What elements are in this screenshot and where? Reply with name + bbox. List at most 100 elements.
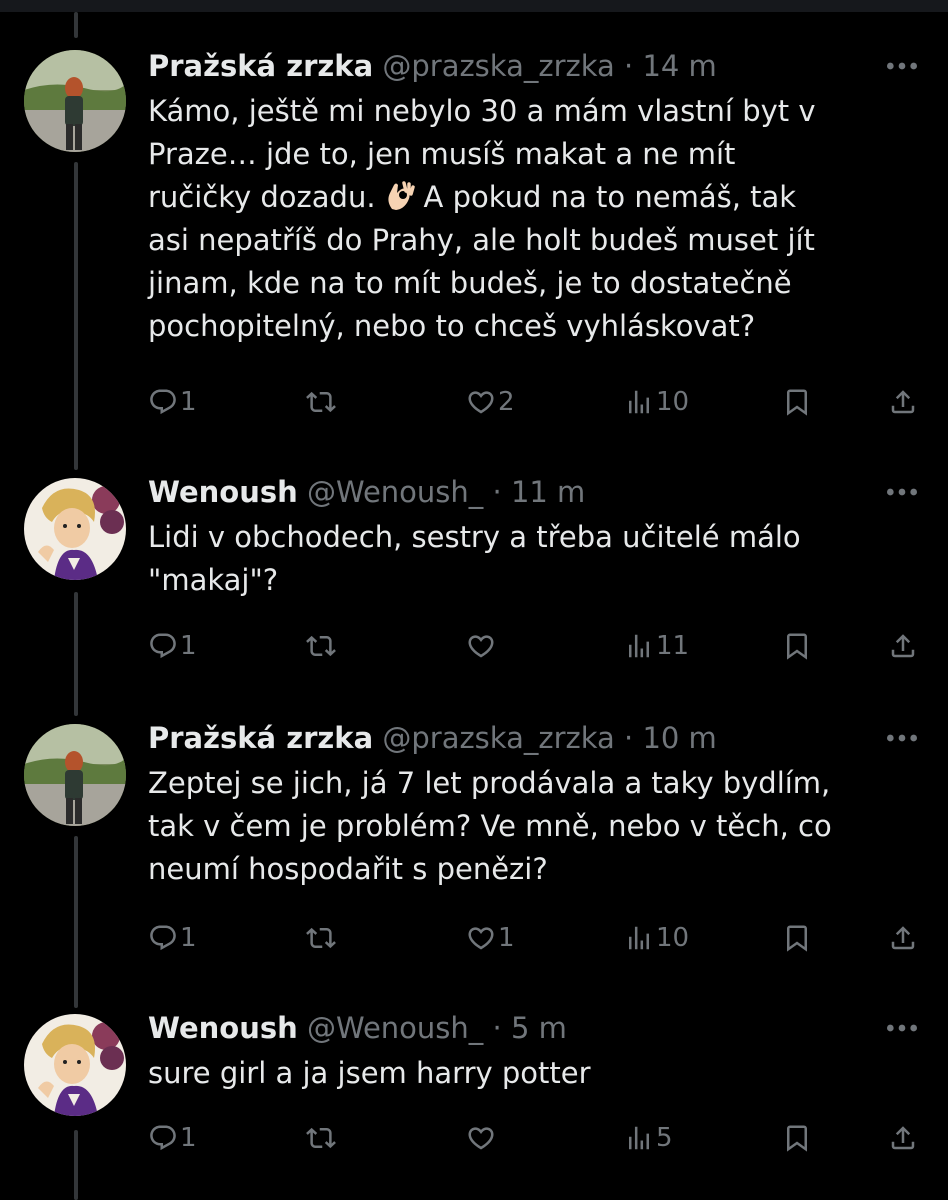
timestamp[interactable]: 10 m bbox=[642, 721, 716, 755]
tweet-actions: 1 11 bbox=[148, 626, 928, 666]
avatar[interactable] bbox=[24, 724, 126, 826]
text-line: ručičky dozadu. A pokud na to nemáš, tak bbox=[148, 176, 928, 219]
share-icon bbox=[888, 387, 918, 417]
bookmark-icon bbox=[782, 387, 812, 417]
avatar[interactable] bbox=[24, 50, 126, 152]
display-name[interactable]: Wenoush bbox=[148, 1011, 298, 1045]
text-line: asi nepatříš do Prahy, ale holt budeš mu… bbox=[148, 223, 815, 257]
bookmark-button[interactable] bbox=[782, 626, 812, 666]
like-count: 2 bbox=[498, 387, 515, 417]
more-icon[interactable] bbox=[882, 470, 922, 514]
text-segment: ručičky dozadu. bbox=[148, 180, 376, 214]
tweet-content: Wenoush @Wenoush_ · 5 m sure girl a ja j… bbox=[148, 1006, 928, 1153]
views-button[interactable]: 10 bbox=[624, 918, 689, 958]
text-line: jinam, kde na to mít budeš, je to dostat… bbox=[148, 266, 792, 300]
tweet-content: Wenoush @Wenoush_ · 11 m Lidi v obchodec… bbox=[148, 470, 928, 661]
more-icon[interactable] bbox=[882, 1006, 922, 1050]
display-name[interactable]: Pražská zrzka bbox=[148, 49, 373, 83]
share-button[interactable] bbox=[888, 918, 918, 958]
views-count: 10 bbox=[656, 923, 690, 953]
display-name[interactable]: Wenoush bbox=[148, 475, 298, 509]
more-icon[interactable] bbox=[882, 44, 922, 88]
separator-dot: · bbox=[624, 49, 634, 83]
reply-button[interactable]: 1 bbox=[148, 382, 197, 422]
thread-line bbox=[74, 1130, 78, 1200]
bookmark-button[interactable] bbox=[782, 918, 812, 958]
retweet-button[interactable] bbox=[306, 382, 336, 422]
reply-icon bbox=[148, 1123, 178, 1153]
retweet-icon bbox=[306, 1123, 336, 1153]
views-button[interactable]: 11 bbox=[624, 626, 689, 666]
like-button[interactable] bbox=[466, 626, 496, 666]
avatar[interactable] bbox=[24, 1014, 126, 1116]
avatar[interactable] bbox=[24, 478, 126, 580]
retweet-button[interactable] bbox=[306, 626, 336, 666]
reply-count: 1 bbox=[180, 631, 197, 661]
views-count: 11 bbox=[656, 631, 690, 661]
reply-icon bbox=[148, 923, 178, 953]
ok-hand-emoji bbox=[382, 177, 418, 213]
user-handle[interactable]: @prazska_zrzka bbox=[382, 721, 614, 755]
views-icon bbox=[624, 1123, 654, 1153]
share-button[interactable] bbox=[888, 1118, 918, 1158]
user-handle[interactable]: @prazska_zrzka bbox=[382, 49, 614, 83]
top-strip bbox=[0, 0, 948, 12]
retweet-button[interactable] bbox=[306, 918, 336, 958]
timestamp[interactable]: 11 m bbox=[511, 475, 585, 509]
thread-line bbox=[74, 12, 78, 38]
tweet-actions: 1 1 10 bbox=[148, 918, 928, 958]
thread-line bbox=[74, 162, 78, 470]
timestamp[interactable]: 5 m bbox=[511, 1011, 567, 1045]
retweet-button[interactable] bbox=[306, 1118, 336, 1158]
thread-line bbox=[74, 592, 78, 716]
text-line: tak v čem je problém? Ve mně, nebo v těc… bbox=[148, 809, 832, 843]
reply-button[interactable]: 1 bbox=[148, 626, 197, 666]
reply-button[interactable]: 1 bbox=[148, 1118, 197, 1158]
tweet-actions: 1 2 10 bbox=[148, 382, 928, 422]
views-icon bbox=[624, 923, 654, 953]
separator-dot: · bbox=[492, 475, 502, 509]
tweet-content: Pražská zrzka @prazska_zrzka · 10 m Zept… bbox=[148, 716, 928, 953]
text-line: neumí hospodařit s penězi? bbox=[148, 852, 548, 886]
share-button[interactable] bbox=[888, 626, 918, 666]
text-line: "makaj"? bbox=[148, 563, 279, 597]
tweet-actions: 1 5 bbox=[148, 1118, 928, 1158]
bookmark-button[interactable] bbox=[782, 382, 812, 422]
user-handle[interactable]: @Wenoush_ bbox=[307, 475, 483, 509]
thread-line bbox=[74, 836, 78, 1008]
timestamp[interactable]: 14 m bbox=[642, 49, 716, 83]
share-button[interactable] bbox=[888, 382, 918, 422]
reply-button[interactable]: 1 bbox=[148, 918, 197, 958]
user-handle[interactable]: @Wenoush_ bbox=[307, 1011, 483, 1045]
reply-icon bbox=[148, 387, 178, 417]
tweet-text: sure girl a ja jsem harry potter bbox=[148, 1052, 928, 1095]
bookmark-icon bbox=[782, 923, 812, 953]
bookmark-icon bbox=[782, 631, 812, 661]
heart-icon bbox=[466, 923, 496, 953]
like-button[interactable]: 2 bbox=[466, 382, 515, 422]
bookmark-button[interactable] bbox=[782, 1118, 812, 1158]
tweet-text: Lidi v obchodech, sestry a třeba učitelé… bbox=[148, 516, 928, 602]
tweet-content: Pražská zrzka @prazska_zrzka · 14 m Kámo… bbox=[148, 44, 928, 417]
text-segment: A pokud na to nemáš, tak bbox=[423, 180, 797, 214]
heart-icon bbox=[466, 1123, 496, 1153]
more-icon[interactable] bbox=[882, 716, 922, 760]
views-button[interactable]: 10 bbox=[624, 382, 689, 422]
text-line: Praze… jde to, jen musíš makat a ne mít bbox=[148, 137, 736, 171]
share-icon bbox=[888, 923, 918, 953]
display-name[interactable]: Pražská zrzka bbox=[148, 721, 373, 755]
tweet-header: Wenoush @Wenoush_ · 5 m bbox=[148, 1006, 928, 1050]
text-line: pochopitelný, nebo to chceš vyhláskovat? bbox=[148, 309, 756, 343]
views-icon bbox=[624, 631, 654, 661]
text-line: sure girl a ja jsem harry potter bbox=[148, 1056, 591, 1090]
views-button[interactable]: 5 bbox=[624, 1118, 673, 1158]
like-button[interactable] bbox=[466, 1118, 496, 1158]
retweet-icon bbox=[306, 631, 336, 661]
reply-count: 1 bbox=[180, 1123, 197, 1153]
views-count: 10 bbox=[656, 387, 690, 417]
views-icon bbox=[624, 387, 654, 417]
like-button[interactable]: 1 bbox=[466, 918, 515, 958]
text-line: Kámo, ještě mi nebylo 30 a mám vlastní b… bbox=[148, 94, 816, 128]
separator-dot: · bbox=[492, 1011, 502, 1045]
tweet-header: Pražská zrzka @prazska_zrzka · 10 m bbox=[148, 716, 928, 760]
